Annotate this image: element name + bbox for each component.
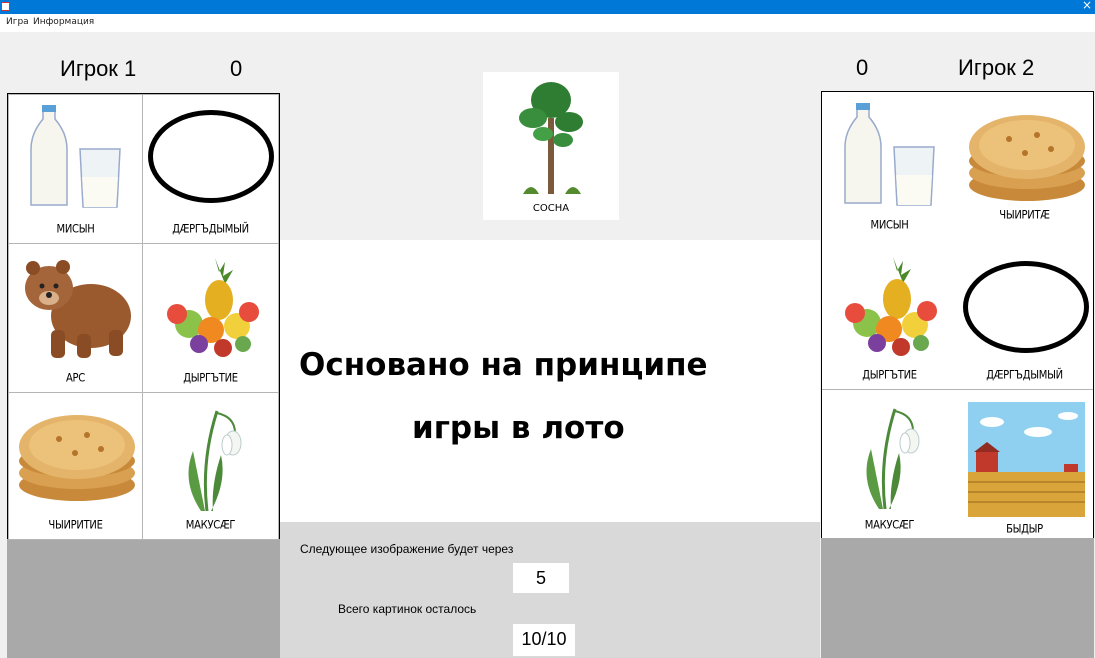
player2-name: Игрок 2	[958, 55, 1035, 80]
player2-card-1[interactable]: МИСЫН	[822, 92, 957, 240]
close-icon[interactable]: ×	[1082, 0, 1092, 12]
fruits-icon	[167, 258, 259, 357]
card-caption: МИСЫН	[870, 219, 909, 232]
player1-score: 0	[230, 56, 243, 81]
pie-stack-icon	[19, 415, 135, 501]
player1-card-3[interactable]: АРС	[8, 243, 143, 393]
wheat-field-icon	[968, 402, 1085, 517]
app-icon	[1, 2, 10, 11]
milk-icon	[844, 103, 935, 206]
player1-card-2[interactable]: ДÆРГЪДЫМЫЙ	[142, 94, 279, 244]
pine-tree-icon	[519, 82, 583, 194]
info-line-1: Основано на принципе	[299, 347, 708, 383]
player2-card-5[interactable]: МАКУСÆГ	[822, 390, 957, 538]
fruits-icon	[845, 257, 937, 356]
info-line-2: игры в лото	[412, 410, 625, 446]
card-caption: МИСЫН	[56, 223, 95, 236]
timer-value: 5	[513, 563, 569, 593]
remaining-label: Всего картинок осталось	[338, 602, 477, 616]
card-caption: АРС	[66, 372, 85, 385]
card-caption: ДЫРГЪТИЕ	[183, 372, 238, 385]
snowdrop-icon	[188, 410, 242, 512]
player1-name: Игрок 1	[60, 56, 137, 81]
card-caption: ЧЫИРИТÆ	[999, 209, 1050, 222]
player2-board-footer	[821, 538, 1094, 658]
player2-card-6[interactable]: БЫДЫР	[956, 390, 1093, 538]
player1-card-5[interactable]: ЧЫИРИТИЕ	[8, 392, 143, 540]
player2-card-4[interactable]: ДÆРГЪДЫМЫЙ	[956, 240, 1093, 390]
menu-item-info[interactable]: Информация	[33, 17, 94, 27]
menu-item-game[interactable]: Игра	[6, 17, 29, 27]
marked-ring-icon	[148, 110, 274, 203]
remaining-value: 10/10	[513, 624, 575, 656]
milk-icon	[30, 105, 121, 208]
card-caption: МАКУСÆГ	[185, 519, 236, 532]
bear-icon	[25, 260, 131, 358]
card-caption: ДÆРГЪДЫМЫЙ	[172, 223, 249, 236]
pie-stack-icon	[969, 115, 1085, 201]
current-card: СОСНА	[483, 72, 619, 220]
player2-card-3[interactable]: ДЫРГЪТИЕ	[822, 240, 957, 390]
menu-bar: Игра Информация	[0, 14, 1095, 32]
current-card-caption: СОСНА	[532, 203, 570, 214]
card-caption: ДÆРГЪДЫМЫЙ	[986, 369, 1063, 382]
card-caption: ЧЫИРИТИЕ	[48, 519, 103, 532]
timer-label: Следующее изображение будет через	[300, 542, 514, 556]
player2-card-2[interactable]: ЧЫИРИТÆ	[956, 92, 1093, 240]
card-caption: ДЫРГЪТИЕ	[862, 369, 917, 382]
player1-card-6[interactable]: МАКУСÆГ	[142, 392, 279, 540]
player1-card-4[interactable]: ДЫРГЪТИЕ	[142, 243, 279, 393]
marked-ring-icon	[963, 261, 1089, 353]
card-caption: МАКУСÆГ	[864, 519, 915, 532]
card-caption: БЫДЫР	[1006, 523, 1043, 536]
snowdrop-icon	[866, 408, 920, 510]
player1-card-1[interactable]: МИСЫН	[8, 94, 143, 244]
player1-board-footer	[7, 539, 280, 658]
player2-score: 0	[856, 55, 869, 80]
window-titlebar: ×	[0, 0, 1095, 14]
